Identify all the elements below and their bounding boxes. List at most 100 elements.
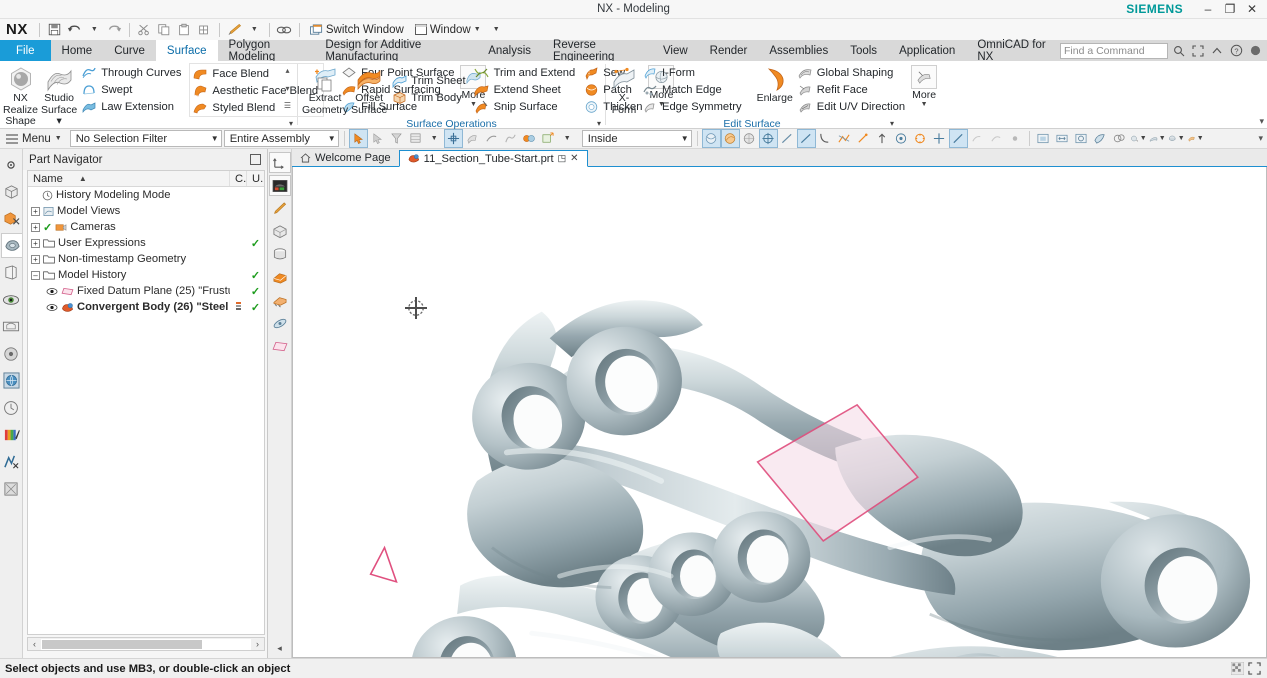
tab-analysis[interactable]: Analysis	[477, 40, 542, 61]
sidebar-item-part-navigator[interactable]	[0, 233, 22, 258]
snap-midpoint-icon[interactable]	[796, 129, 816, 148]
quick-pick-dropdown-icon[interactable]: ▼	[559, 130, 576, 147]
graphics-viewport[interactable]	[292, 167, 1267, 658]
quick-pick-icon[interactable]	[521, 130, 538, 147]
sidebar-item-reuse-library[interactable]	[1, 260, 22, 285]
table-row[interactable]: + User Expressions ✓	[28, 235, 264, 251]
copy-icon[interactable]	[155, 20, 174, 39]
tab-application[interactable]: Application	[888, 40, 966, 61]
deselect-icon[interactable]	[369, 130, 386, 147]
part-navigator-hscrollbar[interactable]: ‹ ›	[27, 637, 265, 651]
extend-sheet-button[interactable]: Extend Sheet	[472, 81, 581, 98]
layer-settings-icon[interactable]: ▼	[1187, 130, 1204, 147]
sidebar-item-roles[interactable]	[1, 476, 22, 501]
datum-plane-display-icon[interactable]	[269, 336, 291, 357]
tab-omnicad-for-nx[interactable]: OmniCAD for NX	[966, 39, 1060, 63]
chevron-down-icon[interactable]: ▼	[85, 20, 104, 39]
menu-button[interactable]: Menu ▼	[4, 130, 68, 147]
i-form-button[interactable]: I-Form	[640, 64, 747, 81]
trim-and-extend-button[interactable]: Trim and Extend	[472, 64, 581, 81]
collapse-ribbon-icon[interactable]	[1209, 43, 1225, 59]
tab-curve[interactable]: Curve	[103, 40, 156, 61]
swept-button[interactable]: Swept	[79, 81, 186, 98]
column-header-name[interactable]: Name ▲	[28, 171, 230, 186]
sidebar-item-hd3d-tools[interactable]	[1, 449, 22, 474]
table-row[interactable]: – Model History ✓	[28, 267, 264, 283]
tab-file[interactable]: File	[0, 40, 51, 61]
scene-background-icon[interactable]	[268, 175, 291, 196]
search-icon[interactable]	[1171, 43, 1187, 59]
studio-surface-button[interactable]: Studio Surface ▾	[40, 63, 78, 130]
gallery-expand-icon[interactable]: ☰	[284, 101, 291, 110]
edit-surface-more-button[interactable]: More ▼	[911, 63, 938, 108]
rotate-view-icon[interactable]	[269, 313, 291, 334]
table-row[interactable]: + ✓ Cameras	[28, 219, 264, 235]
table-row[interactable]: History Modeling Mode	[28, 187, 264, 203]
fit-view-icon[interactable]	[1035, 130, 1052, 147]
scroll-track[interactable]	[41, 638, 251, 650]
expand-toggle[interactable]: +	[31, 238, 40, 248]
snap-endpoint-icon[interactable]	[779, 130, 796, 147]
zoom-icon[interactable]	[1073, 130, 1090, 147]
scissors-icon[interactable]	[135, 20, 154, 39]
sidebar-item-assembly-navigator[interactable]	[1, 179, 22, 204]
column-header-c[interactable]: C.	[230, 171, 247, 186]
x-form-button[interactable]: X-Form	[609, 63, 639, 118]
find-command-input[interactable]: Find a Command	[1060, 42, 1168, 59]
redo-icon[interactable]	[105, 20, 124, 39]
expand-toggle[interactable]: +	[31, 254, 40, 264]
chevron-down-icon[interactable]: ▼	[245, 20, 264, 39]
expand-toggle[interactable]: +	[31, 206, 40, 216]
edge-select-icon[interactable]	[483, 130, 500, 147]
through-curves-button[interactable]: Through Curves	[79, 64, 186, 81]
undo-icon[interactable]	[65, 20, 84, 39]
trim-body-button[interactable]: Trim Body	[389, 89, 470, 106]
chevron-down-icon[interactable]: ▼	[921, 101, 928, 108]
studio-render-icon[interactable]	[269, 267, 291, 288]
edge-symmetry-button[interactable]: Edge Symmetry	[640, 98, 747, 115]
move-handle-icon[interactable]	[443, 129, 463, 148]
visibility-eye-icon[interactable]	[46, 287, 58, 296]
layer-visible-icon[interactable]: ▼	[1168, 130, 1185, 147]
close-icon[interactable]: ✕	[570, 153, 578, 164]
sidebar-item-history-panel[interactable]	[1, 314, 22, 339]
sidebar-item-web-browser[interactable]	[1, 368, 22, 393]
help-icon[interactable]: ?	[1228, 43, 1244, 59]
tab-assemblies[interactable]: Assemblies	[758, 40, 839, 61]
tab-polygon-modeling[interactable]: Polygon Modeling	[218, 39, 315, 63]
offset-surface-button[interactable]: Offset Surface	[350, 63, 388, 118]
selection-scope-dropdown[interactable]: Entire Assembly ▼	[223, 130, 339, 147]
snip-surface-button[interactable]: Snip Surface	[472, 98, 581, 115]
chevron-down-icon[interactable]: ▼	[676, 134, 689, 143]
blend-gallery-scroll[interactable]: ▴ ▾ ☰	[281, 64, 294, 112]
snap-intersection-icon[interactable]	[836, 130, 853, 147]
law-extension-button[interactable]: Law Extension	[79, 98, 186, 115]
snap-center-icon[interactable]	[758, 129, 778, 148]
tab-home[interactable]: Home	[51, 40, 104, 61]
qat-overflow-button[interactable]: ▼	[487, 20, 506, 39]
restore-button[interactable]: ❐	[1219, 0, 1241, 19]
snap-point-on-curve-icon[interactable]	[931, 130, 948, 147]
shaded-view-icon[interactable]	[1092, 130, 1109, 147]
checked-icon[interactable]: ✓	[43, 221, 52, 234]
user-account-icon[interactable]	[1247, 43, 1263, 59]
snap-control-point-icon[interactable]	[948, 129, 968, 148]
snap-3d-icon[interactable]	[741, 130, 758, 147]
face-select-icon[interactable]	[464, 130, 481, 147]
background-icon[interactable]: ▼	[1149, 130, 1166, 147]
sidebar-item-view-manager[interactable]	[1, 287, 22, 312]
snap-extra-a-icon[interactable]	[969, 130, 986, 147]
face-analysis-icon[interactable]	[269, 290, 291, 311]
chevron-down-icon[interactable]: ▼	[206, 134, 219, 143]
snap-tangent-icon[interactable]	[817, 130, 834, 147]
snap-circle-center-icon[interactable]	[893, 130, 910, 147]
tab-part-file[interactable]: 11_Section_Tube-Start.prt ◳ ✕	[398, 150, 588, 167]
refit-face-button[interactable]: Refit Face	[795, 81, 910, 98]
paste-special-icon[interactable]	[195, 20, 214, 39]
tab-design-for-additive-manufacturing[interactable]: Design for Additive Manufacturing	[314, 39, 477, 63]
link-icon[interactable]	[275, 20, 294, 39]
tab-welcome-page[interactable]: Welcome Page	[292, 149, 399, 166]
tab-render[interactable]: Render	[699, 40, 759, 61]
chevron-down-icon[interactable]: ▼	[55, 135, 62, 142]
selection-highlight-icon[interactable]	[348, 129, 368, 148]
